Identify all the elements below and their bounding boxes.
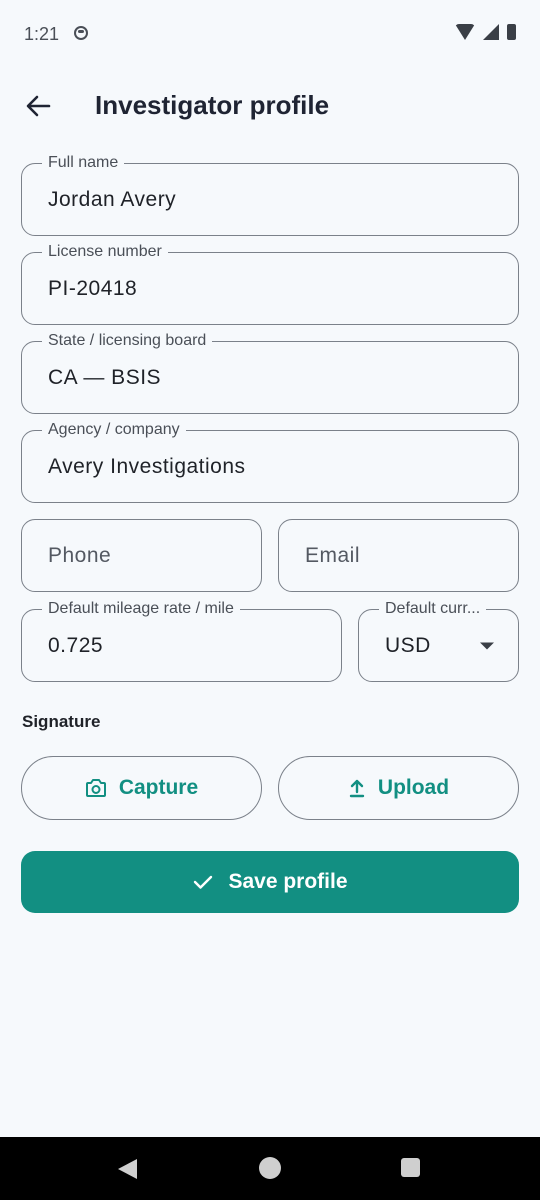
app-bar: Investigator profile (0, 70, 540, 140)
camera-icon (85, 779, 106, 797)
wifi-icon (455, 24, 475, 40)
phone-placeholder: Phone (48, 543, 112, 567)
full-name-value: Jordan Avery (48, 187, 177, 211)
chevron-down-icon (480, 642, 494, 649)
mileage-rate-field[interactable]: Default mileage rate / mile 0.725 (21, 600, 342, 682)
back-arrow-icon (26, 95, 51, 117)
nav-home-icon[interactable] (259, 1157, 281, 1179)
license-number-label: License number (42, 243, 168, 261)
page-title: Investigator profile (95, 90, 330, 120)
state-board-label: State / licensing board (42, 332, 213, 350)
full-name-field[interactable]: Full name Jordan Avery (21, 154, 519, 236)
capture-signature-button[interactable]: Capture (21, 756, 262, 820)
license-number-field[interactable]: License number PI-20418 (21, 243, 519, 325)
cellular-signal-icon (483, 24, 499, 40)
upload-icon (349, 779, 365, 798)
battery-icon (507, 24, 516, 40)
currency-label: Default curr... (379, 600, 487, 618)
app-notification-icon (74, 26, 88, 40)
back-button[interactable] (20, 90, 56, 122)
save-profile-label: Save profile (228, 870, 348, 893)
phone-field[interactable]: Phone (21, 519, 262, 592)
mileage-rate-label: Default mileage rate / mile (42, 600, 240, 618)
full-name-label: Full name (42, 154, 125, 172)
capture-label: Capture (118, 776, 199, 799)
nav-recents-icon[interactable] (401, 1158, 420, 1177)
agency-label: Agency / company (42, 421, 186, 439)
system-navigation-bar (0, 1137, 540, 1200)
agency-field[interactable]: Agency / company Avery Investigations (21, 421, 519, 503)
status-indicators (455, 24, 516, 40)
check-icon (194, 875, 213, 889)
state-board-field[interactable]: State / licensing board CA — BSIS (21, 332, 519, 414)
signature-section-label: Signature (22, 712, 101, 731)
upload-label: Upload (377, 776, 450, 799)
mileage-rate-value: 0.725 (48, 633, 104, 657)
status-time: 1:21 (24, 24, 60, 44)
email-placeholder: Email (305, 543, 361, 567)
email-field[interactable]: Email (278, 519, 519, 592)
status-bar: 1:21 (0, 0, 540, 70)
currency-dropdown[interactable]: Default curr... USD (358, 600, 519, 682)
upload-signature-button[interactable]: Upload (278, 756, 519, 820)
state-board-value: CA — BSIS (48, 365, 162, 389)
license-number-value: PI-20418 (48, 276, 138, 300)
save-profile-button[interactable]: Save profile (21, 851, 519, 913)
agency-value: Avery Investigations (48, 454, 246, 478)
nav-back-icon[interactable] (118, 1159, 137, 1179)
currency-value: USD (385, 633, 431, 657)
